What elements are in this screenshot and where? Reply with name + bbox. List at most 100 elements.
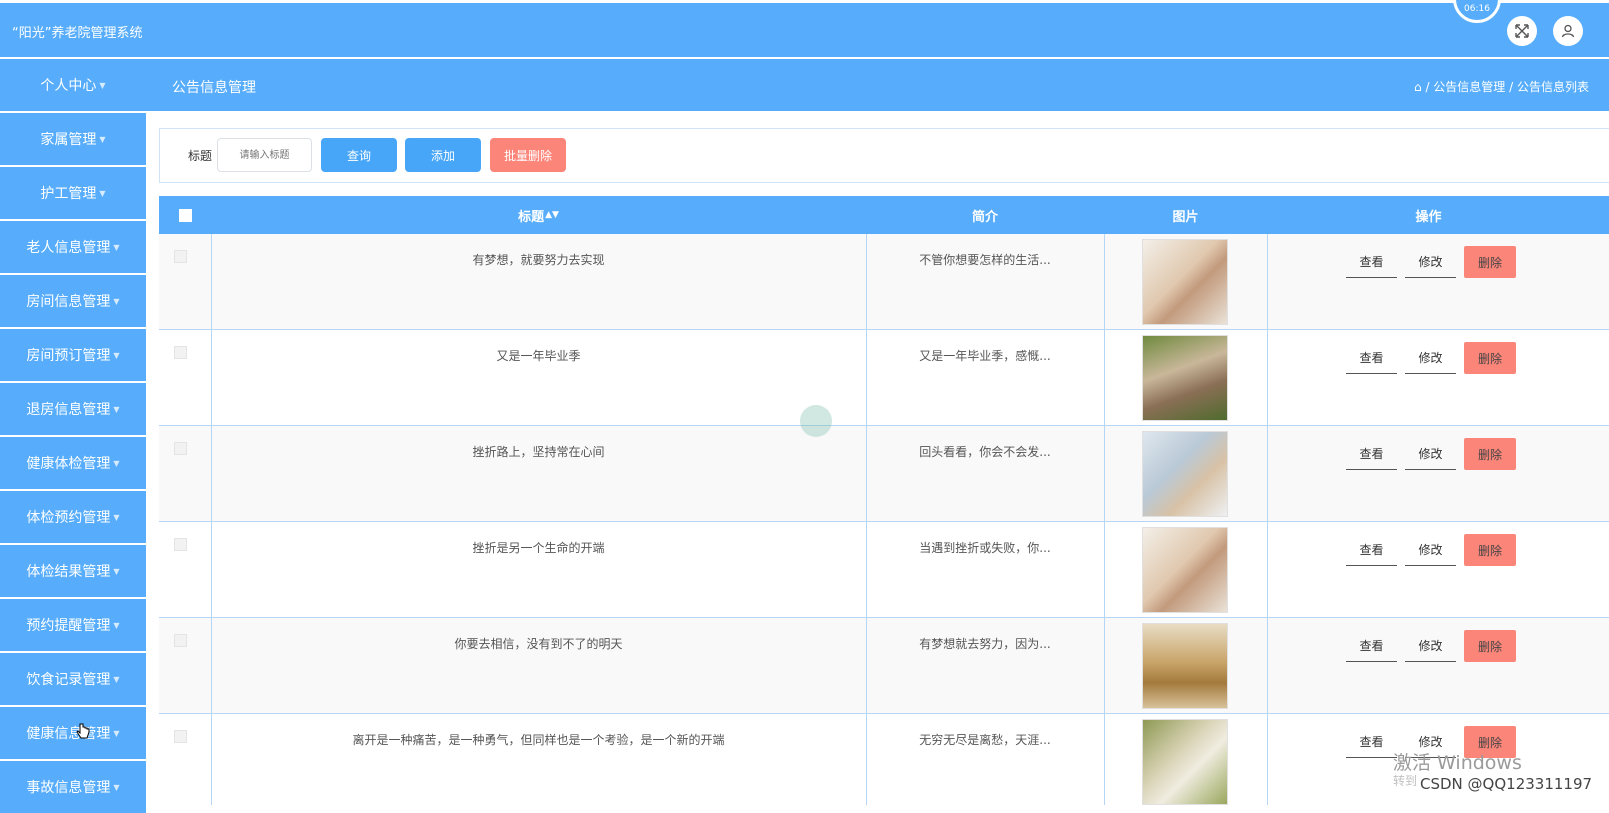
hand-cursor-icon (76, 723, 90, 745)
chevron-down-icon: ▼ (113, 620, 120, 630)
windows-activation-watermark: 激活 Windows (1393, 752, 1522, 774)
row-intro: 无穷无尽是离愁，天涯... (919, 733, 1051, 747)
row-image (1142, 719, 1228, 805)
sidebar-item-check-appointment[interactable]: 体检预约管理 ▼ (0, 491, 146, 543)
row-image (1142, 239, 1228, 325)
title-search-input[interactable] (217, 138, 312, 172)
row-checkbox[interactable] (174, 538, 187, 551)
column-header-title[interactable]: 标题 ▲▼ (211, 196, 866, 234)
chevron-down-icon: ▼ (99, 188, 106, 198)
edit-button[interactable]: 修改 (1405, 342, 1456, 374)
sidebar-item-elderly[interactable]: 老人信息管理 ▼ (0, 221, 146, 273)
loading-indicator (800, 405, 832, 437)
app-title: “阳光”养老院管理系统 (12, 26, 143, 41)
query-button[interactable]: 查询 (321, 138, 397, 172)
notice-table: 标题 ▲▼ 简介 图片 操作 有梦想，就要努力去实现 不管你想要怎样的生活...… (159, 196, 1609, 805)
row-select-cell (159, 618, 211, 714)
batch-delete-button[interactable]: 批量删除 (490, 138, 566, 172)
column-header-image: 图片 (1172, 209, 1199, 225)
row-intro: 又是一年毕业季，感慨... (919, 349, 1051, 363)
row-image (1142, 527, 1228, 613)
sidebar-item-family[interactable]: 家属管理 ▼ (0, 113, 146, 165)
view-button[interactable]: 查看 (1346, 534, 1397, 566)
select-all-checkbox[interactable] (178, 208, 192, 222)
chevron-down-icon: ▼ (113, 296, 120, 306)
add-button[interactable]: 添加 (405, 138, 481, 172)
fullscreen-button[interactable] (1507, 16, 1537, 46)
row-intro: 回头看看，你会不会发... (919, 445, 1051, 459)
sidebar-item-label: 房间信息管理 (26, 294, 111, 310)
row-intro: 有梦想就去努力，因为... (919, 637, 1051, 651)
view-button[interactable]: 查看 (1346, 438, 1397, 470)
row-checkbox[interactable] (174, 634, 187, 647)
sidebar: 个人中心 ▼ 家属管理 ▼ 护工管理 ▼ 老人信息管理 ▼ 房间信息管理 ▼ 房间预订管理… (0, 59, 146, 813)
row-title: 你要去相信，没有到不了的明天 (454, 637, 623, 651)
sidebar-item-checkout[interactable]: 退房信息管理 ▼ (0, 383, 146, 435)
view-button[interactable]: 查看 (1346, 726, 1397, 758)
sort-icon[interactable]: ▲▼ (545, 210, 559, 220)
delete-button[interactable]: 删除 (1464, 342, 1516, 374)
chevron-down-icon: ▼ (113, 458, 120, 468)
delete-button[interactable]: 删除 (1464, 246, 1516, 278)
sidebar-item-health-check[interactable]: 健康体检管理 ▼ (0, 437, 146, 489)
view-button[interactable]: 查看 (1346, 246, 1397, 278)
edit-button[interactable]: 修改 (1405, 534, 1456, 566)
chevron-down-icon: ▼ (113, 512, 120, 522)
sidebar-item-label: 家属管理 (40, 132, 97, 148)
breadcrumb: ⌂ / 公告信息管理 / 公告信息列表 (1414, 78, 1589, 95)
row-image (1142, 623, 1228, 709)
content-header: 公告信息管理 ⌂ / 公告信息管理 / 公告信息列表 (146, 59, 1609, 111)
breadcrumb-path[interactable]: / 公告信息管理 / 公告信息列表 (1425, 80, 1589, 94)
home-icon[interactable]: ⌂ (1414, 80, 1422, 94)
sidebar-item-label: 预约提醒管理 (26, 618, 111, 634)
sidebar-item-health-info[interactable]: 健康信息管理 ▼ (0, 707, 146, 759)
row-checkbox[interactable] (174, 250, 187, 263)
row-intro: 当遇到挫折或失败，你... (919, 541, 1051, 555)
row-checkbox[interactable] (174, 346, 187, 359)
table-header: 标题 ▲▼ 简介 图片 操作 (159, 196, 1609, 234)
row-select-cell (159, 426, 211, 522)
row-select-cell (159, 522, 211, 618)
sidebar-item-check-result[interactable]: 体检结果管理 ▼ (0, 545, 146, 597)
sidebar-item-room-info[interactable]: 房间信息管理 ▼ (0, 275, 146, 327)
sidebar-item-label: 事故信息管理 (26, 780, 111, 796)
delete-button[interactable]: 删除 (1464, 534, 1516, 566)
chevron-down-icon: ▼ (113, 242, 120, 252)
sidebar-item-accident[interactable]: 事故信息管理 ▼ (0, 761, 146, 813)
search-form: 标题 查询 添加 批量删除 (159, 128, 1609, 183)
table-row: 你要去相信，没有到不了的明天 有梦想就去努力，因为... 查看 修改 删除 (159, 618, 1609, 714)
row-checkbox[interactable] (174, 442, 187, 455)
edit-button[interactable]: 修改 (1405, 630, 1456, 662)
row-intro: 不管你想要怎样的生活... (919, 253, 1051, 267)
row-image (1142, 335, 1228, 421)
sidebar-item-label: 体检结果管理 (26, 564, 111, 580)
top-bar: “阳光”养老院管理系统 06:16 (0, 0, 1609, 57)
sidebar-item-personal[interactable]: 个人中心 ▼ (0, 59, 146, 111)
column-title-label: 标题 (518, 209, 545, 225)
sidebar-item-label: 退房信息管理 (26, 402, 111, 418)
user-icon (1561, 24, 1575, 38)
sidebar-item-caregiver[interactable]: 护工管理 ▼ (0, 167, 146, 219)
sidebar-item-reminder[interactable]: 预约提醒管理 ▼ (0, 599, 146, 651)
edit-button[interactable]: 修改 (1405, 246, 1456, 278)
timer-badge: 06:16 (1453, 0, 1501, 23)
sidebar-item-room-booking[interactable]: 房间预订管理 ▼ (0, 329, 146, 381)
fullscreen-icon (1515, 24, 1529, 38)
chevron-down-icon: ▼ (113, 566, 120, 576)
delete-button[interactable]: 删除 (1464, 630, 1516, 662)
delete-button[interactable]: 删除 (1464, 438, 1516, 470)
view-button[interactable]: 查看 (1346, 630, 1397, 662)
row-select-cell (159, 234, 211, 330)
chevron-down-icon: ▼ (113, 782, 120, 792)
user-button[interactable] (1553, 16, 1583, 46)
sidebar-item-label: 个人中心 (40, 78, 97, 94)
chevron-down-icon: ▼ (113, 728, 120, 738)
sidebar-item-label: 房间预订管理 (26, 348, 111, 364)
sidebar-item-diet[interactable]: 饮食记录管理 ▼ (0, 653, 146, 705)
row-checkbox[interactable] (174, 730, 187, 743)
edit-button[interactable]: 修改 (1405, 438, 1456, 470)
sidebar-item-label: 体检预约管理 (26, 510, 111, 526)
view-button[interactable]: 查看 (1346, 342, 1397, 374)
sidebar-item-label: 健康体检管理 (26, 456, 111, 472)
row-title: 离开是一种痛苦，是一种勇气，但同样也是一个考验，是一个新的开端 (352, 733, 725, 747)
